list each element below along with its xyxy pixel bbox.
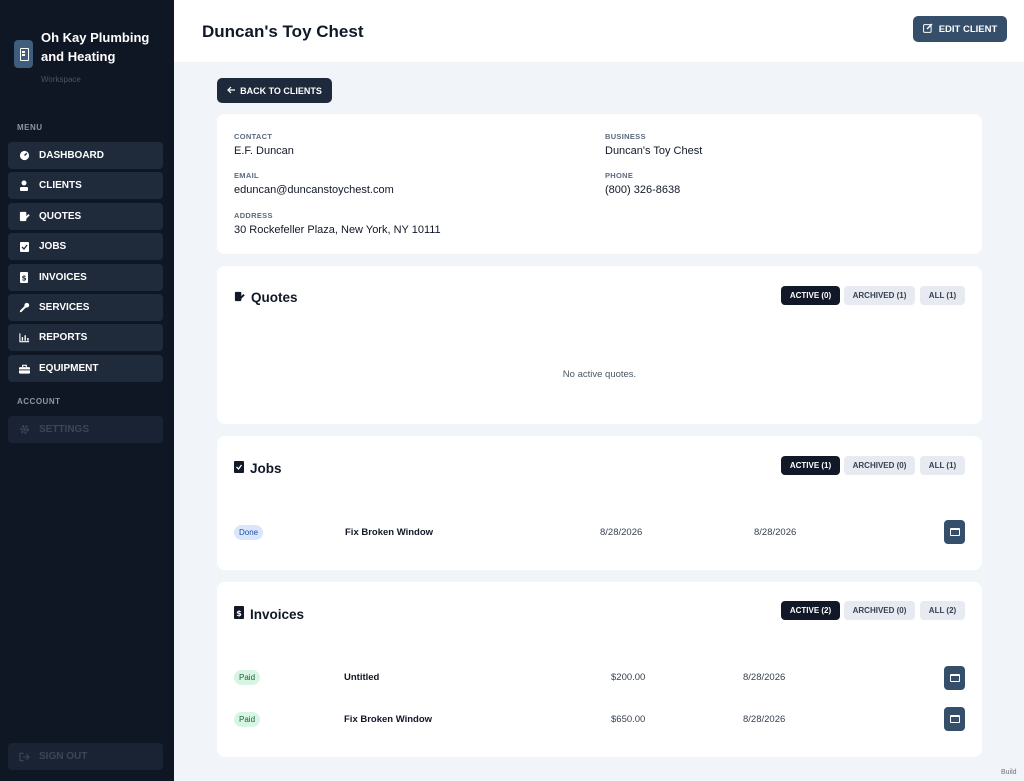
email-value: eduncan@duncanstoychest.com [234, 184, 394, 196]
sidebar-item-label: JOBS [39, 241, 67, 252]
invoices-card: $ Invoices ACTIVE (2) ARCHIVED (0) ALL (… [217, 582, 982, 757]
sidebar: Oh Kay Plumbing and Heating Workspace ME… [0, 0, 174, 781]
tab-quotes-active[interactable]: ACTIVE (0) [781, 286, 840, 305]
clipboard-icon [18, 241, 30, 253]
job-date-start: 8/28/2026 [600, 527, 643, 538]
status-badge: Paid [234, 712, 261, 727]
archive-icon [949, 715, 960, 723]
invoice-date: 8/28/2026 [743, 672, 786, 683]
tab-invoices-archived[interactable]: ARCHIVED (0) [844, 601, 915, 620]
back-label: BACK TO CLIENTS [240, 85, 322, 96]
page-header: Duncan's Toy Chest EDIT CLIENT [174, 0, 1024, 62]
phone-value: (800) 326-8638 [605, 184, 681, 196]
contact-value: E.F. Duncan [234, 145, 294, 157]
arrow-left-icon [227, 86, 236, 96]
quote-icon [234, 290, 245, 305]
contact-label: CONTACT [234, 132, 273, 141]
sidebar-item-equipment[interactable]: EQUIPMENT [8, 355, 163, 382]
clipboard-icon [234, 460, 244, 476]
invoice-title: Untitled [344, 672, 380, 683]
tab-jobs-active[interactable]: ACTIVE (1) [781, 456, 840, 475]
sidebar-item-label: SETTINGS [39, 424, 90, 435]
edit-icon [922, 23, 933, 36]
chart-icon [18, 332, 30, 344]
status-badge: Done [234, 525, 264, 540]
edit-client-label: EDIT CLIENT [938, 23, 998, 35]
tab-quotes-archived[interactable]: ARCHIVED (1) [844, 286, 915, 305]
wrench-icon [18, 302, 30, 314]
tab-jobs-archived[interactable]: ARCHIVED (0) [844, 456, 915, 475]
sidebar-item-reports[interactable]: REPORTS [8, 324, 163, 351]
sign-out-icon [18, 751, 30, 763]
quotes-heading: Quotes [234, 290, 298, 305]
archive-icon [949, 674, 960, 682]
back-to-clients-button[interactable]: BACK TO CLIENTS [217, 78, 332, 103]
archive-icon [949, 528, 960, 536]
job-date-end: 8/28/2026 [754, 527, 797, 538]
tab-invoices-all[interactable]: ALL (2) [920, 601, 965, 620]
edit-client-button[interactable]: EDIT CLIENT [913, 16, 1007, 42]
dashboard-icon [18, 150, 30, 162]
sidebar-item-clients[interactable]: CLIENTS [8, 172, 163, 199]
svg-text:$: $ [22, 275, 27, 283]
sidebar-item-label: DASHBOARD [39, 150, 104, 161]
archive-button[interactable] [944, 520, 965, 544]
invoice-title: Fix Broken Window [344, 714, 433, 725]
sidebar-item-settings[interactable]: SETTINGS [8, 416, 163, 443]
quotes-card: Quotes ACTIVE (0) ARCHIVED (1) ALL (1) N… [217, 266, 982, 424]
sidebar-item-label: REPORTS [39, 332, 88, 343]
tab-jobs-all[interactable]: ALL (1) [920, 456, 965, 475]
status-badge: Paid [234, 670, 261, 685]
archive-button[interactable] [944, 666, 965, 690]
business-label: BUSINESS [605, 132, 646, 141]
gear-icon [18, 424, 30, 436]
sidebar-item-jobs[interactable]: JOBS [8, 233, 163, 260]
invoice-amount: $650.00 [611, 714, 646, 725]
business-value: Duncan's Toy Chest [605, 145, 703, 157]
jobs-heading: Jobs [234, 460, 282, 476]
account-label: ACCOUNT [17, 397, 61, 406]
menu-label: MENU [17, 123, 43, 132]
invoice-date: 8/28/2026 [743, 714, 786, 725]
sidebar-item-label: CLIENTS [39, 180, 82, 191]
jobs-title: Jobs [250, 460, 282, 476]
build-label: Build [1001, 769, 1017, 776]
jobs-card: Jobs ACTIVE (1) ARCHIVED (0) ALL (1) Don… [217, 436, 982, 570]
sidebar-item-label: INVOICES [39, 272, 87, 283]
job-title: Fix Broken Window [345, 527, 434, 538]
invoices-title: Invoices [250, 606, 305, 622]
quotes-empty-message: No active quotes. [562, 369, 637, 380]
brand-name: Oh Kay Plumbing and Heating [41, 30, 150, 64]
sidebar-item-label: SERVICES [39, 302, 90, 313]
toolbox-icon [18, 363, 30, 375]
building-icon [14, 40, 33, 68]
sidebar-item-quotes[interactable]: QUOTES [8, 203, 163, 230]
invoices-heading: $ Invoices [234, 606, 304, 622]
sign-out-label: SIGN OUT [39, 751, 88, 762]
quotes-title: Quotes [251, 290, 298, 305]
quote-icon [18, 211, 30, 223]
address-value: 30 Rockefeller Plaza, New York, NY 10111 [234, 224, 441, 236]
invoice-amount: $200.00 [611, 672, 646, 683]
invoice-icon: $ [234, 606, 244, 622]
sidebar-item-label: EQUIPMENT [39, 363, 99, 374]
tab-invoices-active[interactable]: ACTIVE (2) [781, 601, 840, 620]
sidebar-item-invoices[interactable]: $ INVOICES [8, 264, 163, 291]
sidebar-item-label: QUOTES [39, 211, 82, 222]
email-label: EMAIL [234, 171, 259, 180]
sidebar-item-dashboard[interactable]: DASHBOARD [8, 142, 163, 169]
tab-quotes-all[interactable]: ALL (1) [920, 286, 965, 305]
sidebar-item-services[interactable]: SERVICES [8, 294, 163, 321]
archive-button[interactable] [944, 707, 965, 731]
user-icon [18, 180, 30, 192]
svg-text:$: $ [236, 609, 242, 618]
client-details-card: CONTACT E.F. Duncan BUSINESS Duncan's To… [217, 114, 982, 254]
sign-out-button[interactable]: SIGN OUT [8, 743, 163, 770]
address-label: ADDRESS [234, 211, 273, 220]
page-title: Duncan's Toy Chest [202, 22, 364, 41]
invoice-icon: $ [18, 272, 30, 284]
phone-label: PHONE [605, 171, 634, 180]
brand-subtitle: Workspace [41, 75, 81, 84]
